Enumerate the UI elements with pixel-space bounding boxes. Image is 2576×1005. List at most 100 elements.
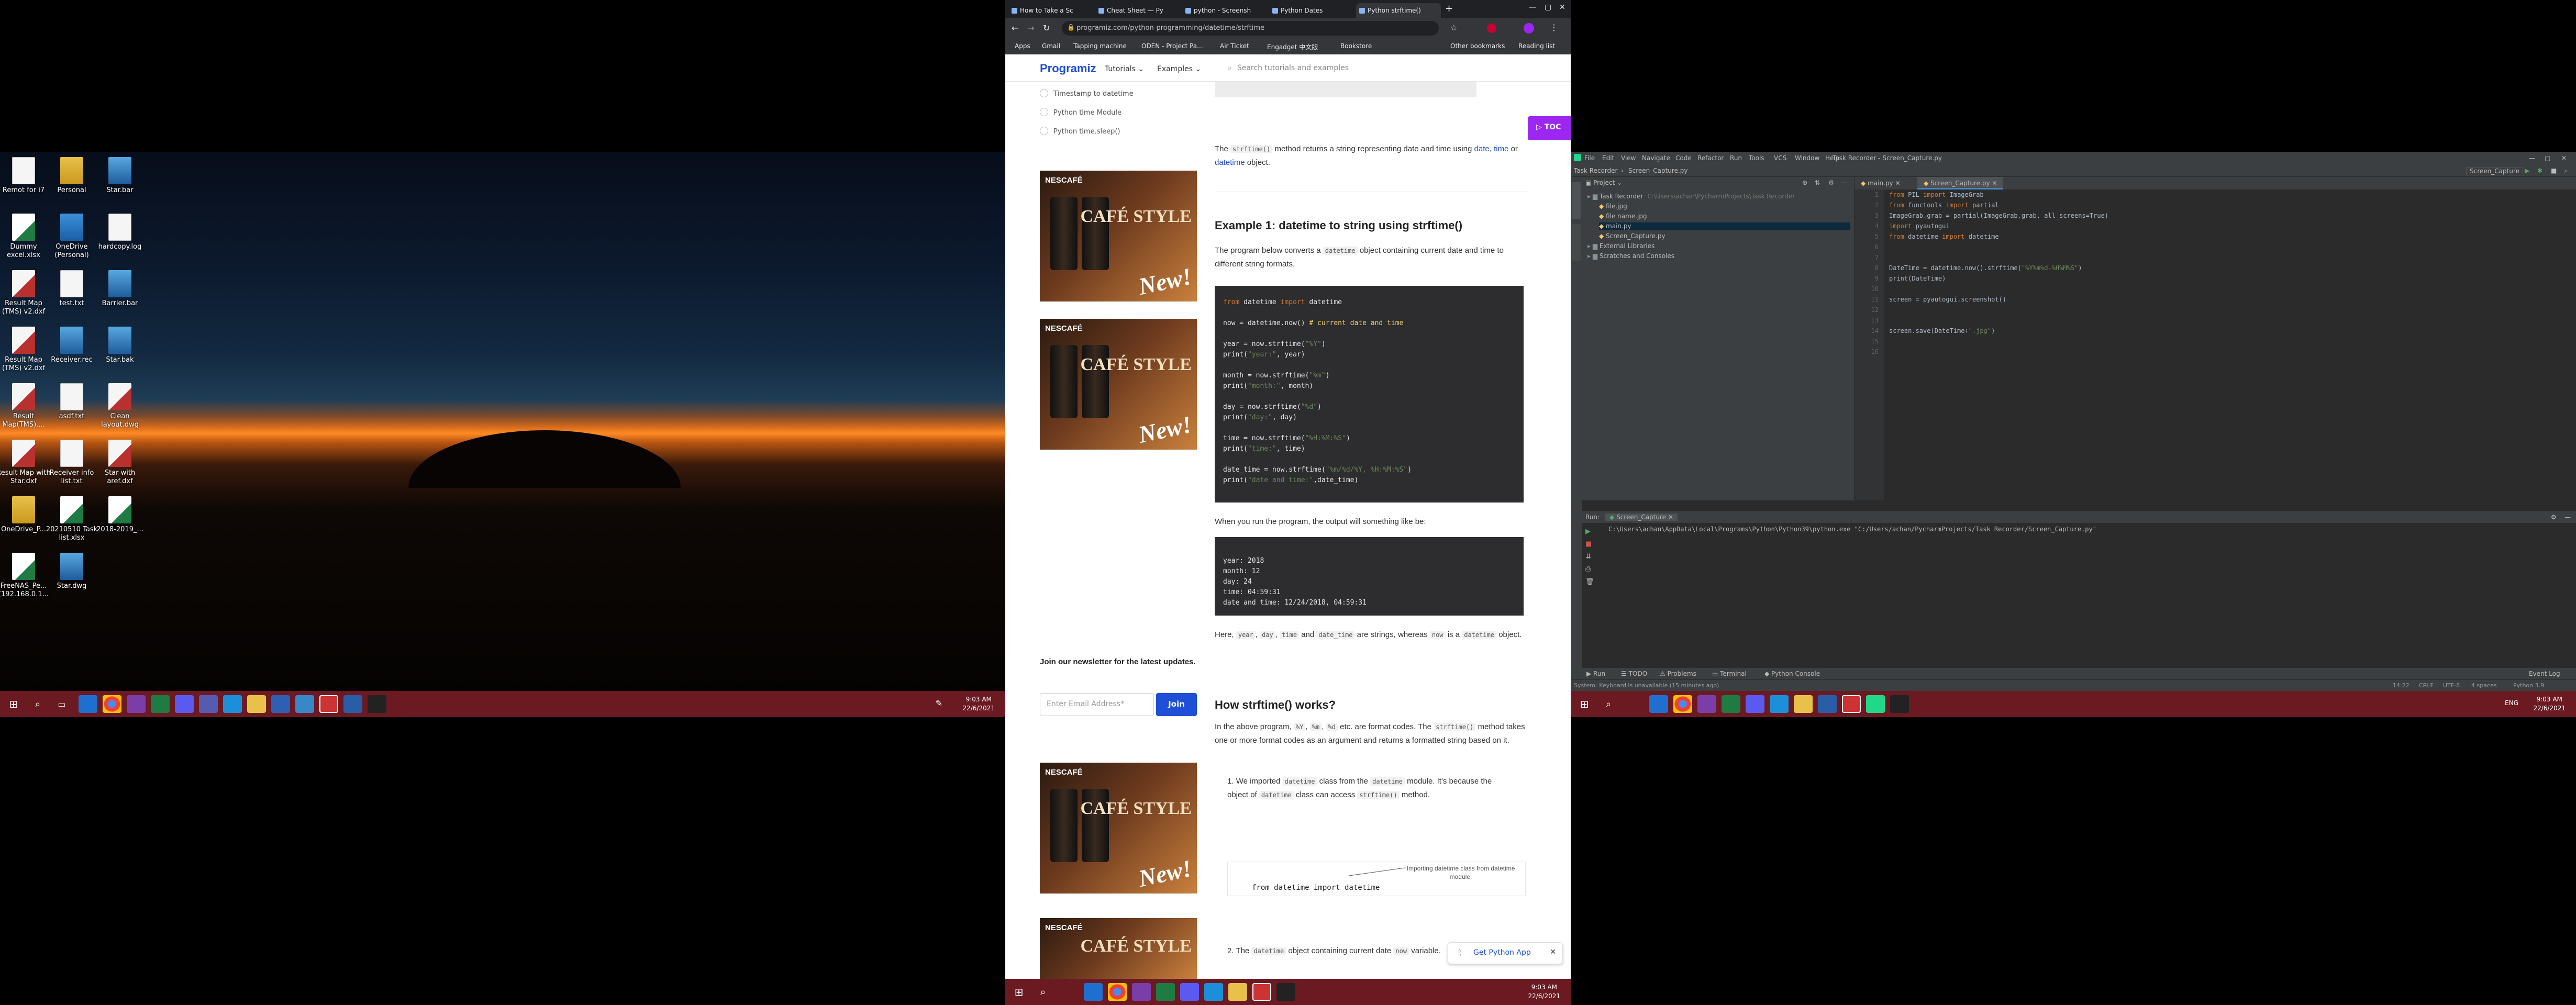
taskbar-clock[interactable]: 9:03 AM 22/6/2021	[2533, 695, 2566, 713]
bottom-tab-python-console[interactable]: ◆ Python Console	[1764, 670, 1820, 677]
project-tree-item[interactable]: ▸ ▆ Scratches and Consoles	[1587, 252, 1679, 260]
desktop-icon[interactable]: Star.bar	[91, 157, 149, 195]
terminal-taskbar-icon[interactable]	[368, 695, 386, 713]
edge-taskbar-icon[interactable]	[223, 695, 242, 713]
menu-item[interactable]: Tools	[1749, 154, 1764, 162]
taskbar-clock[interactable]: 9:03 AM 22/6/2021	[962, 695, 995, 713]
project-tool-button[interactable]	[1572, 182, 1581, 219]
project-tree-item[interactable]: ▸ ▆ Task Recorder C:\Users\achan\PycharmP…	[1587, 193, 1795, 200]
nav-tutorials[interactable]: Tutorials ⌄	[1105, 65, 1144, 73]
event-log-button[interactable]: Event Log	[2529, 670, 2560, 677]
nescafe-ad[interactable]: NESCAFÉ CAFÉ STYLE	[1040, 918, 1197, 979]
bookmark-bookstore[interactable]: Bookstore	[1340, 42, 1372, 50]
file-explorer-taskbar-icon[interactable]	[1228, 983, 1247, 1001]
app-taskbar-icon[interactable]	[1818, 695, 1837, 713]
structure-tool-button[interactable]	[1572, 224, 1581, 261]
bottom-tab-run[interactable]: ▶ Run	[1586, 670, 1605, 677]
search-everywhere-icon[interactable]: ⌕	[2564, 167, 2568, 175]
nescafe-ad[interactable]: NESCAFÉ CAFÉ STYLE New!	[1040, 319, 1197, 450]
locate-icon[interactable]: ⊕	[1802, 179, 1807, 186]
terminal-taskbar-icon[interactable]	[1890, 695, 1909, 713]
browser-tab[interactable]: How to Take a Sc	[1008, 3, 1093, 18]
stop-icon[interactable]: ■	[1585, 538, 1596, 551]
excel-taskbar-icon[interactable]	[1722, 695, 1740, 713]
editor-code-area[interactable]: from PIL import ImageGrab from functools …	[1889, 189, 2570, 500]
desktop-icon[interactable]: Clean layout.dwg	[91, 383, 149, 429]
desktop-icon[interactable]: Star with aref.dxf	[91, 440, 149, 486]
outlook-taskbar-icon[interactable]	[1649, 695, 1668, 713]
browser-tab-active[interactable]: Python strftime()	[1356, 3, 1441, 18]
viber-taskbar-icon[interactable]	[199, 695, 218, 713]
excel-taskbar-icon[interactable]	[151, 695, 170, 713]
hide-icon[interactable]: —	[2564, 513, 2571, 521]
start-windows-icon[interactable]: ⊞	[4, 695, 23, 713]
outlook-taskbar-icon[interactable]	[79, 695, 97, 713]
menu-item[interactable]: Refactor	[1697, 154, 1724, 162]
bookmark-air-ticket[interactable]: Air Ticket	[1220, 42, 1249, 50]
menu-item[interactable]: Run	[1730, 154, 1742, 162]
teams-taskbar-icon[interactable]	[1746, 695, 1764, 713]
menu-item[interactable]: Navigate	[1642, 154, 1670, 162]
link-time[interactable]: time	[1494, 144, 1508, 153]
get-python-app-banner[interactable]: ᚱ Get Python App ✕	[1448, 942, 1563, 964]
bookmark-engadget[interactable]: Engadget 中文版	[1267, 42, 1318, 51]
menu-item[interactable]: Window	[1795, 154, 1819, 162]
edge-taskbar-icon[interactable]	[1204, 983, 1223, 1001]
start-windows-icon[interactable]: ⊞	[1575, 695, 1594, 713]
scroll-end-icon[interactable]: ⇊	[1585, 551, 1596, 563]
browser-tab[interactable]: Python Dates	[1269, 3, 1354, 18]
project-tree-item[interactable]: ◆ file name.jpg	[1599, 213, 1651, 220]
tray-language[interactable]: ENG	[2505, 699, 2518, 707]
pycharm-taskbar-icon[interactable]	[1866, 695, 1885, 713]
browser-tab[interactable]: python - Screensh	[1182, 3, 1267, 18]
bottom-tab-terminal[interactable]: ▭ Terminal	[1712, 670, 1747, 677]
terminal-taskbar-icon[interactable]	[1276, 983, 1295, 1001]
bottom-tab-todo[interactable]: ☰ TODO	[1621, 670, 1647, 677]
link-date[interactable]: date	[1474, 144, 1490, 153]
sidebar-link[interactable]: Timestamp to datetime	[1040, 89, 1134, 98]
start-windows-icon[interactable]: ⊞	[1009, 983, 1028, 1001]
file-encoding[interactable]: UTF-8	[2443, 682, 2460, 689]
taskbar-clock[interactable]: 9:03 AM 22/6/2021	[1528, 983, 1560, 1001]
bottom-tab-problems[interactable]: ⚠ Problems	[1660, 670, 1696, 677]
search-icon[interactable]: ⌕	[28, 695, 47, 713]
breadcrumb-project[interactable]: Task Recorder	[1574, 167, 1618, 174]
desktop-icon[interactable]: hardcopy.log	[91, 214, 149, 251]
sidebar-link[interactable]: Python time Module	[1040, 108, 1122, 117]
excel-taskbar-icon[interactable]	[1156, 983, 1175, 1001]
project-tree-item[interactable]: ◆ main.py	[1599, 222, 1850, 230]
profile-avatar[interactable]	[1524, 23, 1534, 34]
desktop-icon[interactable]: Star.bak	[91, 327, 149, 364]
rerun-icon[interactable]: ▶	[1585, 526, 1596, 538]
cursor-position[interactable]: 14:22	[2393, 682, 2410, 689]
task-view-icon[interactable]: ▭	[52, 695, 71, 713]
line-separator[interactable]: CRLF	[2419, 682, 2434, 689]
search-icon[interactable]: ⌕	[1034, 983, 1052, 1001]
back-arrow-icon[interactable]: ←	[1012, 23, 1018, 33]
desktop-icon[interactable]: Star.dwg	[43, 553, 101, 590]
snip-taskbar-icon[interactable]	[1252, 983, 1271, 1001]
python-interpreter[interactable]: Python 3.9	[2513, 682, 2544, 689]
menu-item[interactable]: Code	[1675, 154, 1692, 162]
toc-button[interactable]: ▷ TOC	[1528, 116, 1571, 140]
project-panel-header[interactable]: ▣ Project ⌄	[1585, 179, 1622, 186]
hide-icon[interactable]: —	[1841, 179, 1847, 186]
debug-icon[interactable]: ✱	[2537, 167, 2542, 174]
new-tab-icon[interactable]: +	[1445, 3, 1453, 14]
chrome-taskbar-icon[interactable]	[103, 695, 121, 713]
outlook-taskbar-icon[interactable]	[1084, 983, 1103, 1001]
chrome-taskbar-icon[interactable]	[1673, 695, 1692, 713]
print-icon[interactable]: ⎙	[1585, 563, 1596, 576]
reload-icon[interactable]: ↻	[1043, 23, 1050, 33]
project-tree-item[interactable]: ◆ Screen_Capture.py	[1599, 232, 1670, 240]
pen-icon[interactable]: ✎	[936, 698, 942, 708]
nescafe-ad[interactable]: NESCAFÉ CAFÉ STYLE New!	[1040, 763, 1197, 894]
app-taskbar-icon[interactable]	[295, 695, 314, 713]
bookmark-tapping-machine[interactable]: Tapping machine	[1073, 42, 1127, 50]
run-console-output[interactable]: C:\Users\achan\AppData\Local\Programs\Py…	[1608, 526, 2096, 533]
close-icon[interactable]: ✕	[2561, 154, 2567, 162]
indent-setting[interactable]: 4 spaces	[2471, 682, 2497, 689]
editor-tab-active[interactable]: ◆ Screen_Capture.py ✕	[1917, 177, 2004, 189]
close-icon[interactable]: ✕	[1559, 3, 1565, 12]
onenote-taskbar-icon[interactable]	[1697, 695, 1716, 713]
